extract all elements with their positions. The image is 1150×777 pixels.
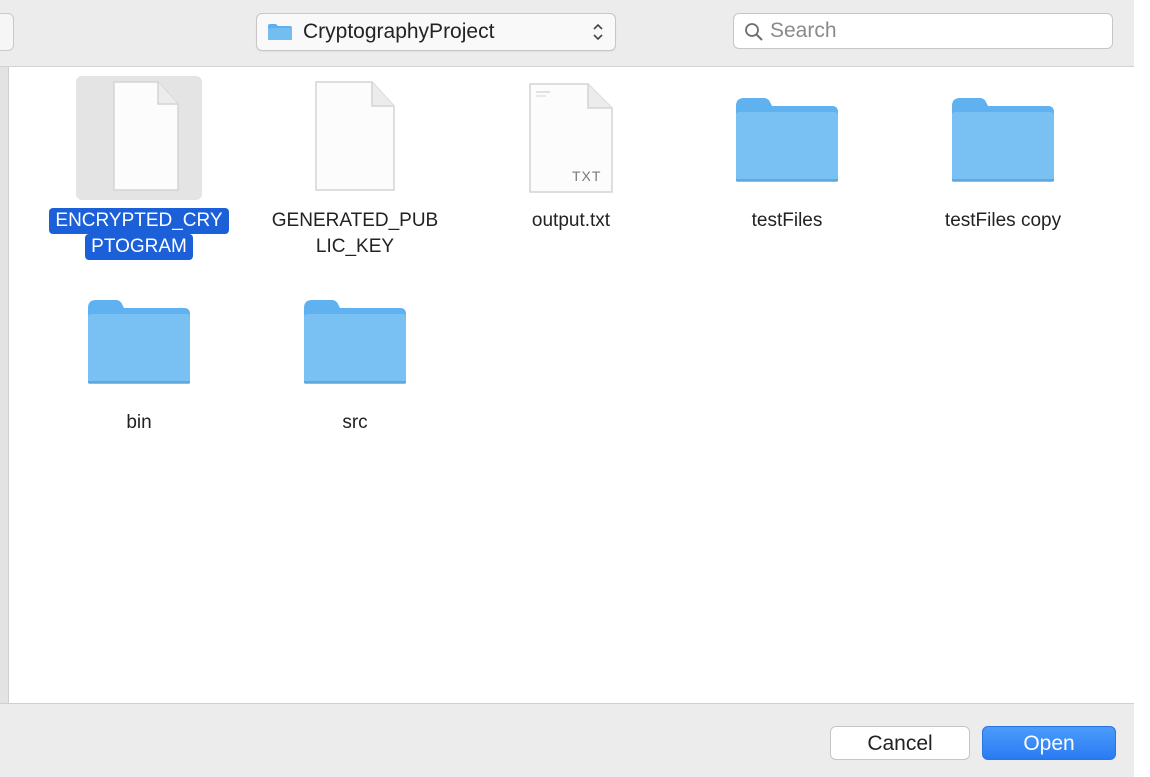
open-button[interactable]: Open (982, 726, 1116, 760)
folder-icon (88, 300, 190, 384)
item-label: output.txt (531, 210, 611, 231)
toolbar: CryptographyProject (0, 0, 1134, 67)
item-label: testFiles (751, 210, 823, 231)
search-icon (745, 23, 763, 41)
item-label: GENERATED_PUB LIC_KEY (271, 210, 439, 257)
chevron-up-down-icon (593, 23, 603, 41)
item-icon-highlight (76, 76, 202, 200)
item-label: ENCRYPTED_CRY PTOGRAM (28, 208, 250, 260)
item-label: testFiles copy (944, 210, 1062, 231)
open-file-dialog: CryptographyProject ENCRYPTED_CRY (0, 0, 1134, 777)
location-label: CryptographyProject (303, 20, 495, 43)
dialog-footer: Cancel Open (0, 703, 1134, 777)
location-popup[interactable]: CryptographyProject (256, 13, 616, 51)
item-label: src (342, 412, 368, 433)
search-input[interactable] (770, 18, 1090, 44)
cancel-button[interactable]: Cancel (830, 726, 970, 760)
folder-icon (736, 98, 838, 182)
file-type-badge: TXT (572, 168, 602, 184)
folder-icon (952, 98, 1054, 182)
sidebar-toggle-button[interactable] (0, 13, 14, 51)
folder-icon (268, 24, 292, 40)
item-label: bin (126, 412, 152, 433)
document-icon (315, 81, 395, 191)
search-field[interactable] (733, 13, 1113, 49)
folder-icon (304, 300, 406, 384)
document-icon (113, 81, 179, 191)
